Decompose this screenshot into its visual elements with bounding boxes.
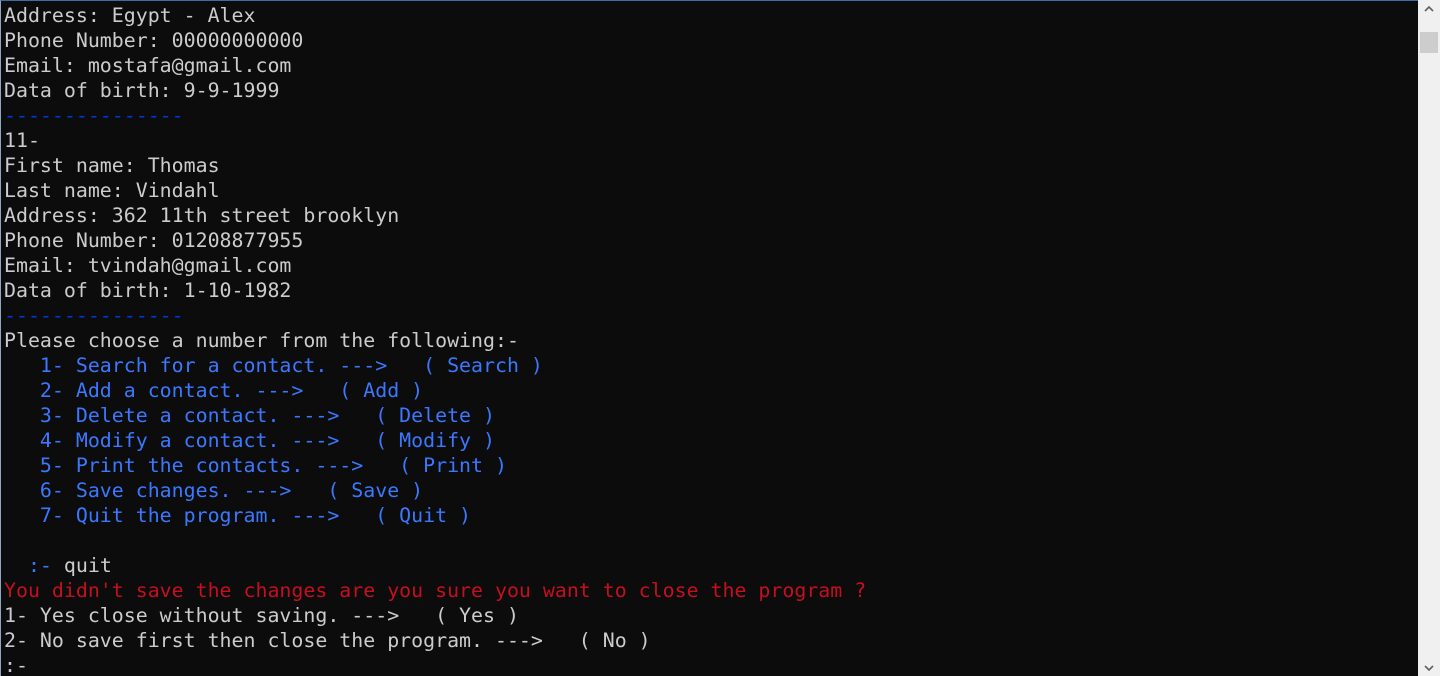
console-line: Phone Number: 01208877955 [4, 228, 866, 253]
console-text: You didn't save the changes are you sure… [4, 579, 867, 602]
console-output: Address: Egypt - Alex Phone Number: 00000… [4, 3, 866, 676]
console-line: Please choose a number from the followin… [4, 328, 866, 353]
chevron-up-icon [1424, 5, 1434, 12]
console-line: --------------- [4, 303, 866, 328]
scroll-up-button[interactable] [1418, 0, 1440, 17]
console-line: Data of birth: 1-10-1982 [4, 278, 866, 303]
console-line: 2- No save first then close the program.… [4, 628, 866, 653]
scroll-thumb[interactable] [1420, 32, 1438, 53]
console-text: Data of birth: 1-10-1982 [4, 279, 292, 302]
console-line: 2- Add a contact. ---> ( Add ) [4, 378, 866, 403]
console-text: :- [4, 654, 28, 676]
vertical-scrollbar[interactable] [1418, 0, 1440, 676]
console-line: Last name: Vindahl [4, 178, 866, 203]
console-text: First name: Thomas [4, 154, 220, 177]
console-text: 6- Save changes. ---> ( Save ) [4, 479, 424, 502]
console-text: Email: mostafa@gmail.com [4, 54, 292, 77]
console-line: 5- Print the contacts. ---> ( Print ) [4, 453, 866, 478]
console-line: Data of birth: 9-9-1999 [4, 78, 866, 103]
console-text: Email: tvindah@gmail.com [4, 254, 292, 277]
console-text: Phone Number: 00000000000 [4, 29, 304, 52]
console-line: :- [4, 653, 866, 676]
console-text: 1- Search for a contact. ---> ( Search ) [4, 354, 543, 377]
console-line: Email: tvindah@gmail.com [4, 253, 866, 278]
console-text: Address: Egypt - Alex [4, 4, 256, 27]
console-line: 1- Search for a contact. ---> ( Search ) [4, 353, 866, 378]
console-text: Please choose a number from the followin… [4, 329, 519, 352]
console-line: --------------- [4, 103, 866, 128]
console-window[interactable]: Address: Egypt - Alex Phone Number: 00000… [0, 0, 1418, 676]
console-text: --------------- [4, 104, 184, 127]
console-text: 4- Modify a contact. ---> ( Modify ) [4, 429, 495, 452]
console-line: :- quit [4, 553, 866, 578]
console-text: 3- Delete a contact. ---> ( Delete ) [4, 404, 495, 427]
console-line: Email: mostafa@gmail.com [4, 53, 866, 78]
console-text: Data of birth: 9-9-1999 [4, 79, 280, 102]
console-text: 11- [4, 129, 40, 152]
console-line: Phone Number: 00000000000 [4, 28, 866, 53]
console-line: 1- Yes close without saving. ---> ( Yes … [4, 603, 866, 628]
console-text: Address: 362 11th street brooklyn [4, 204, 400, 227]
console-line: 6- Save changes. ---> ( Save ) [4, 478, 866, 503]
console-text: Last name: Vindahl [4, 179, 220, 202]
scroll-down-button[interactable] [1418, 659, 1440, 676]
console-text: Phone Number: 01208877955 [4, 229, 304, 252]
console-text: --------------- [4, 304, 184, 327]
console-text: 5- Print the contacts. ---> ( Print ) [4, 454, 507, 477]
chevron-down-icon [1424, 664, 1434, 671]
console-line: You didn't save the changes are you sure… [4, 578, 866, 603]
console-text: :- [4, 554, 64, 577]
console-line: 7- Quit the program. ---> ( Quit ) [4, 503, 866, 528]
console-line: 4- Modify a contact. ---> ( Modify ) [4, 428, 866, 453]
console-text: 1- Yes close without saving. ---> ( Yes … [4, 604, 519, 627]
console-text: 7- Quit the program. ---> ( Quit ) [4, 504, 472, 527]
console-line: 11- [4, 128, 866, 153]
console-line: Address: Egypt - Alex [4, 3, 866, 28]
console-line: 3- Delete a contact. ---> ( Delete ) [4, 403, 866, 428]
console-line: Address: 362 11th street brooklyn [4, 203, 866, 228]
console-text: quit [63, 554, 112, 577]
console-text: 2- No save first then close the program.… [4, 629, 651, 652]
console-line: First name: Thomas [4, 153, 866, 178]
console-text: 2- Add a contact. ---> ( Add ) [4, 379, 424, 402]
